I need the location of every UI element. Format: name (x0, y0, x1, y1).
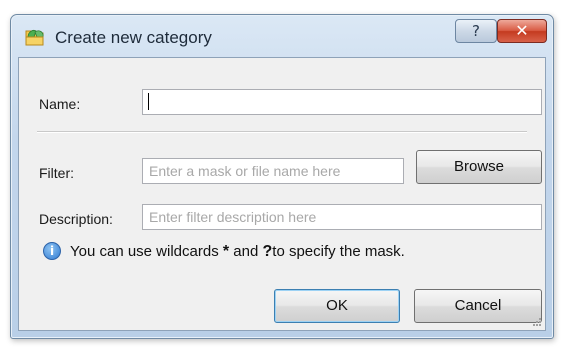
dialog-title: Create new category (55, 28, 212, 47)
ok-button[interactable]: OK (274, 289, 400, 323)
wildcard-hint: You can use wildcards * and ?to specify … (70, 243, 405, 261)
resize-grip-icon[interactable] (532, 317, 542, 327)
folder-category-icon (25, 29, 44, 46)
separator (37, 131, 527, 133)
description-input[interactable] (142, 204, 542, 230)
browse-button-label: Browse (453, 158, 505, 175)
text-caret (148, 93, 149, 110)
close-icon: ✕ (515, 21, 529, 40)
browse-button[interactable]: Browse (416, 150, 542, 184)
description-label: Description: (39, 211, 113, 227)
hint-text-1: You can use wildcards (70, 243, 219, 260)
hint-text-3: to specify the mask. (272, 243, 405, 260)
name-label: Name: (39, 96, 81, 112)
help-icon: ? (472, 22, 480, 40)
info-icon: i (43, 242, 61, 260)
hint-wildcard-asterisk: * (222, 243, 230, 260)
title-bar[interactable]: Create new category ? ✕ (11, 15, 553, 57)
ok-button-label: OK (326, 297, 348, 314)
name-input[interactable] (142, 89, 542, 115)
hint-wildcard-question: ? (262, 243, 273, 260)
cancel-button-label: Cancel (454, 297, 502, 314)
dialog-body: Name: Filter: Browse Description: i You … (18, 57, 546, 331)
filter-label: Filter: (39, 165, 74, 181)
help-button[interactable]: ? (455, 19, 497, 43)
hint-text-2: and (233, 243, 259, 260)
filter-input[interactable] (142, 158, 404, 184)
close-button[interactable]: ✕ (497, 19, 547, 43)
cancel-button[interactable]: Cancel (414, 289, 542, 323)
dialog-window: Create new category ? ✕ Name: Filter: Br… (10, 14, 554, 339)
